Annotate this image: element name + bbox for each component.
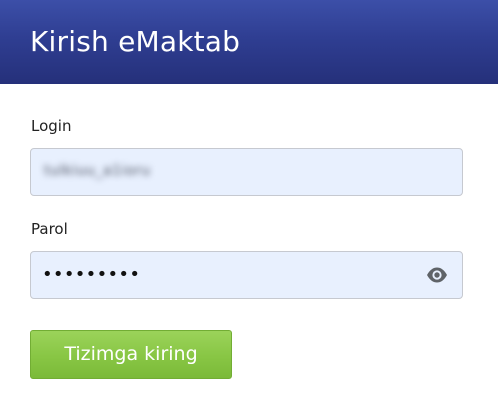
login-input-value: tulkiuu_a1ioru (44, 163, 151, 179)
eye-icon[interactable] (426, 266, 448, 284)
page-title: Kirish eMaktab (30, 25, 241, 58)
login-submit-button[interactable]: Tizimga kiring (30, 330, 232, 379)
header-bar: Kirish eMaktab (0, 0, 498, 84)
password-input-value: ••••••••• (42, 264, 141, 285)
password-label: Parol (31, 220, 68, 238)
login-input[interactable]: tulkiuu_a1ioru (30, 148, 463, 196)
password-input[interactable]: ••••••••• (30, 251, 463, 299)
login-label: Login (31, 117, 72, 135)
